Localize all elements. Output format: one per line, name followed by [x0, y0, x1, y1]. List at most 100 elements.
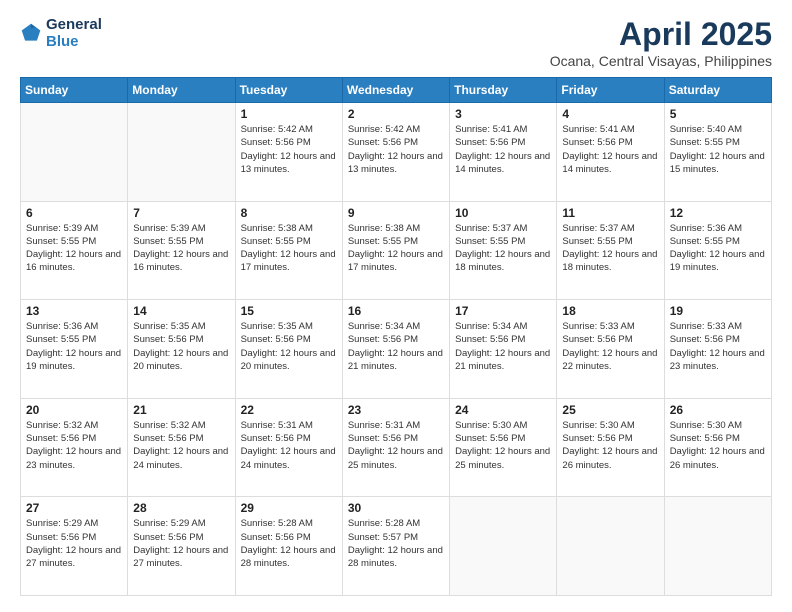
day-info: Sunrise: 5:32 AM Sunset: 5:56 PM Dayligh… — [133, 419, 229, 472]
calendar-header-row: SundayMondayTuesdayWednesdayThursdayFrid… — [21, 78, 772, 103]
weekday-header: Monday — [128, 78, 235, 103]
calendar-cell: 14 Sunrise: 5:35 AM Sunset: 5:56 PM Dayli… — [128, 300, 235, 399]
day-number: 27 — [26, 501, 122, 515]
calendar-cell: 1 Sunrise: 5:42 AM Sunset: 5:56 PM Daylig… — [235, 103, 342, 202]
day-info: Sunrise: 5:32 AM Sunset: 5:56 PM Dayligh… — [26, 419, 122, 472]
weekday-header: Thursday — [450, 78, 557, 103]
day-number: 15 — [241, 304, 337, 318]
day-info: Sunrise: 5:30 AM Sunset: 5:56 PM Dayligh… — [562, 419, 658, 472]
calendar-cell: 13 Sunrise: 5:36 AM Sunset: 5:55 PM Dayli… — [21, 300, 128, 399]
day-info: Sunrise: 5:37 AM Sunset: 5:55 PM Dayligh… — [562, 222, 658, 275]
day-info: Sunrise: 5:34 AM Sunset: 5:56 PM Dayligh… — [348, 320, 444, 373]
calendar-cell: 3Sunrise: 5:41 AM Sunset: 5:56 PM Daylig… — [450, 103, 557, 202]
calendar-cell: 12 Sunrise: 5:36 AM Sunset: 5:55 PM Dayli… — [664, 201, 771, 300]
day-number: 28 — [133, 501, 229, 515]
day-number: 23 — [348, 403, 444, 417]
calendar-cell: 16 Sunrise: 5:34 AM Sunset: 5:56 PM Dayli… — [342, 300, 449, 399]
day-number: 13 — [26, 304, 122, 318]
day-info: Sunrise: 5:34 AM Sunset: 5:56 PM Dayligh… — [455, 320, 551, 373]
day-number: 5 — [670, 107, 766, 121]
calendar-cell: 7 Sunrise: 5:39 AM Sunset: 5:55 PM Daylig… — [128, 201, 235, 300]
day-number: 7 — [133, 206, 229, 220]
day-info: Sunrise: 5:37 AM Sunset: 5:55 PM Dayligh… — [455, 222, 551, 275]
calendar-cell: 27 Sunrise: 5:29 AM Sunset: 5:56 PM Dayli… — [21, 497, 128, 596]
day-info: Sunrise: 5:42 AM Sunset: 5:56 PM Dayligh… — [241, 123, 337, 176]
week-row: 6 Sunrise: 5:39 AM Sunset: 5:55 PM Daylig… — [21, 201, 772, 300]
week-row: 1 Sunrise: 5:42 AM Sunset: 5:56 PM Daylig… — [21, 103, 772, 202]
day-info: Sunrise: 5:42 AM Sunset: 5:56 PM Dayligh… — [348, 123, 444, 176]
week-row: 13 Sunrise: 5:36 AM Sunset: 5:55 PM Dayli… — [21, 300, 772, 399]
calendar-cell: 6 Sunrise: 5:39 AM Sunset: 5:55 PM Daylig… — [21, 201, 128, 300]
day-number: 3 — [455, 107, 551, 121]
calendar-cell — [450, 497, 557, 596]
day-number: 22 — [241, 403, 337, 417]
calendar-cell: 10 Sunrise: 5:37 AM Sunset: 5:55 PM Dayli… — [450, 201, 557, 300]
day-number: 1 — [241, 107, 337, 121]
day-number: 6 — [26, 206, 122, 220]
day-info: Sunrise: 5:38 AM Sunset: 5:55 PM Dayligh… — [348, 222, 444, 275]
calendar-cell — [21, 103, 128, 202]
calendar-table: SundayMondayTuesdayWednesdayThursdayFrid… — [20, 77, 772, 596]
day-number: 14 — [133, 304, 229, 318]
day-info: Sunrise: 5:41 AM Sunset: 5:56 PM Dayligh… — [562, 123, 658, 176]
calendar-cell: 11Sunrise: 5:37 AM Sunset: 5:55 PM Dayli… — [557, 201, 664, 300]
day-number: 18 — [562, 304, 658, 318]
calendar-cell: 17 Sunrise: 5:34 AM Sunset: 5:56 PM Dayli… — [450, 300, 557, 399]
day-number: 26 — [670, 403, 766, 417]
day-info: Sunrise: 5:29 AM Sunset: 5:56 PM Dayligh… — [26, 517, 122, 570]
logo: General Blue — [20, 16, 102, 51]
day-number: 16 — [348, 304, 444, 318]
day-info: Sunrise: 5:28 AM Sunset: 5:57 PM Dayligh… — [348, 517, 444, 570]
day-info: Sunrise: 5:40 AM Sunset: 5:55 PM Dayligh… — [670, 123, 766, 176]
calendar-cell: 22 Sunrise: 5:31 AM Sunset: 5:56 PM Dayli… — [235, 398, 342, 497]
logo-text: General Blue — [46, 16, 102, 51]
calendar-cell: 21 Sunrise: 5:32 AM Sunset: 5:56 PM Dayli… — [128, 398, 235, 497]
subtitle: Ocana, Central Visayas, Philippines — [550, 53, 772, 69]
day-number: 9 — [348, 206, 444, 220]
day-number: 30 — [348, 501, 444, 515]
calendar-cell: 4 Sunrise: 5:41 AM Sunset: 5:56 PM Daylig… — [557, 103, 664, 202]
calendar-cell: 20Sunrise: 5:32 AM Sunset: 5:56 PM Dayli… — [21, 398, 128, 497]
day-info: Sunrise: 5:36 AM Sunset: 5:55 PM Dayligh… — [670, 222, 766, 275]
day-number: 12 — [670, 206, 766, 220]
calendar-cell: 29 Sunrise: 5:28 AM Sunset: 5:56 PM Dayli… — [235, 497, 342, 596]
day-info: Sunrise: 5:36 AM Sunset: 5:55 PM Dayligh… — [26, 320, 122, 373]
day-number: 2 — [348, 107, 444, 121]
calendar-cell: 24Sunrise: 5:30 AM Sunset: 5:56 PM Dayli… — [450, 398, 557, 497]
day-info: Sunrise: 5:33 AM Sunset: 5:56 PM Dayligh… — [670, 320, 766, 373]
day-info: Sunrise: 5:31 AM Sunset: 5:56 PM Dayligh… — [241, 419, 337, 472]
calendar-cell: 28Sunrise: 5:29 AM Sunset: 5:56 PM Dayli… — [128, 497, 235, 596]
day-number: 29 — [241, 501, 337, 515]
calendar-cell: 2 Sunrise: 5:42 AM Sunset: 5:56 PM Daylig… — [342, 103, 449, 202]
header: General Blue April 2025 Ocana, Central V… — [20, 16, 772, 69]
day-info: Sunrise: 5:39 AM Sunset: 5:55 PM Dayligh… — [133, 222, 229, 275]
day-number: 8 — [241, 206, 337, 220]
logo-icon — [20, 22, 42, 44]
calendar-cell — [128, 103, 235, 202]
day-info: Sunrise: 5:38 AM Sunset: 5:55 PM Dayligh… — [241, 222, 337, 275]
weekday-header: Saturday — [664, 78, 771, 103]
calendar-cell: 8 Sunrise: 5:38 AM Sunset: 5:55 PM Daylig… — [235, 201, 342, 300]
calendar-cell: 19Sunrise: 5:33 AM Sunset: 5:56 PM Dayli… — [664, 300, 771, 399]
day-info: Sunrise: 5:30 AM Sunset: 5:56 PM Dayligh… — [670, 419, 766, 472]
day-info: Sunrise: 5:35 AM Sunset: 5:56 PM Dayligh… — [133, 320, 229, 373]
day-info: Sunrise: 5:33 AM Sunset: 5:56 PM Dayligh… — [562, 320, 658, 373]
weekday-header: Friday — [557, 78, 664, 103]
weekday-header: Tuesday — [235, 78, 342, 103]
day-number: 4 — [562, 107, 658, 121]
day-number: 17 — [455, 304, 551, 318]
weekday-header: Wednesday — [342, 78, 449, 103]
calendar-cell — [664, 497, 771, 596]
calendar-cell: 26 Sunrise: 5:30 AM Sunset: 5:56 PM Dayli… — [664, 398, 771, 497]
day-info: Sunrise: 5:39 AM Sunset: 5:55 PM Dayligh… — [26, 222, 122, 275]
day-info: Sunrise: 5:28 AM Sunset: 5:56 PM Dayligh… — [241, 517, 337, 570]
day-info: Sunrise: 5:31 AM Sunset: 5:56 PM Dayligh… — [348, 419, 444, 472]
weekday-header: Sunday — [21, 78, 128, 103]
day-number: 21 — [133, 403, 229, 417]
calendar-cell: 30 Sunrise: 5:28 AM Sunset: 5:57 PM Dayli… — [342, 497, 449, 596]
day-number: 10 — [455, 206, 551, 220]
calendar-cell: 18 Sunrise: 5:33 AM Sunset: 5:56 PM Dayli… — [557, 300, 664, 399]
calendar-cell: 25Sunrise: 5:30 AM Sunset: 5:56 PM Dayli… — [557, 398, 664, 497]
calendar-cell: 5 Sunrise: 5:40 AM Sunset: 5:55 PM Daylig… — [664, 103, 771, 202]
day-info: Sunrise: 5:30 AM Sunset: 5:56 PM Dayligh… — [455, 419, 551, 472]
